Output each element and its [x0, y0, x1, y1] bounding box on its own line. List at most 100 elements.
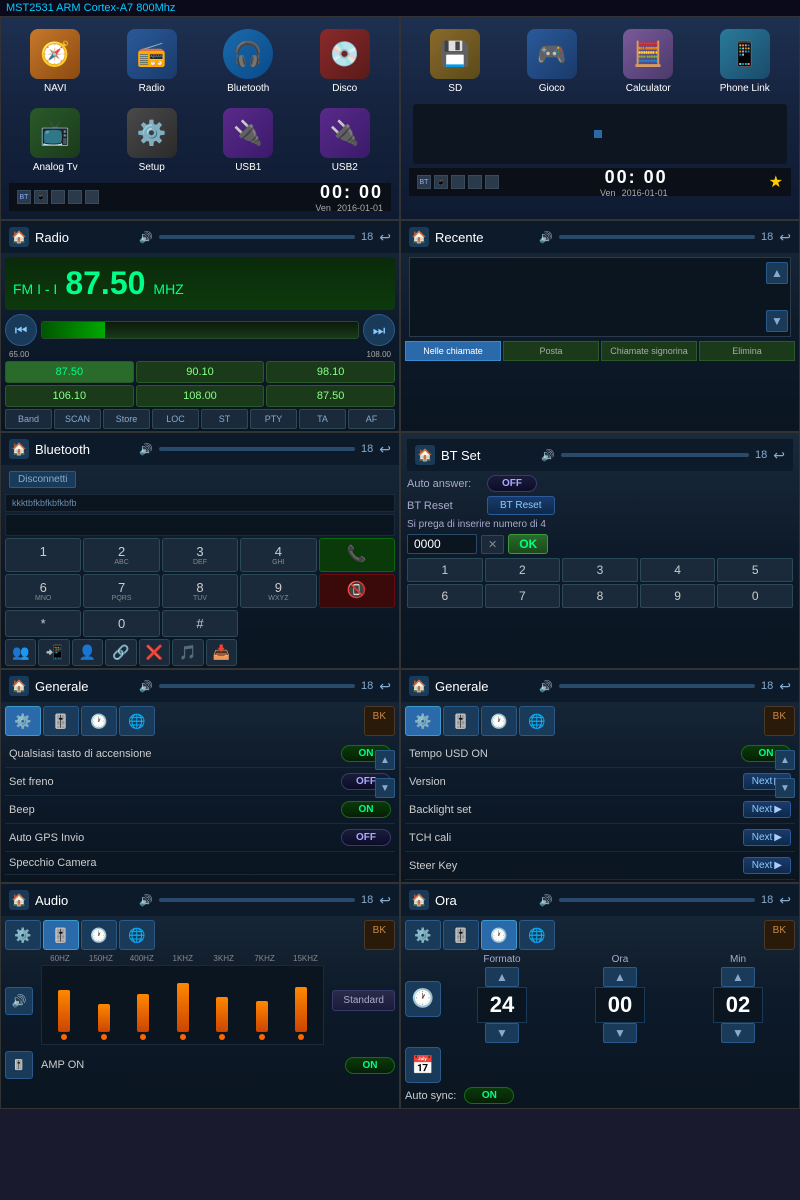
bt-link-btn[interactable]: 🔗 — [105, 639, 136, 666]
radio-ta-btn[interactable]: TA — [299, 409, 346, 429]
radio-store-btn[interactable]: Store — [103, 409, 150, 429]
bt-key-7[interactable]: 7PQRS — [83, 574, 159, 608]
ora-vol-slider[interactable] — [559, 898, 755, 902]
btset-num-3[interactable]: 3 — [562, 558, 638, 582]
gen-vol-slider-right[interactable] — [559, 684, 755, 688]
audio-tab-settings[interactable]: ⚙️ — [5, 920, 41, 950]
bt-key-1[interactable]: 1 — [5, 538, 81, 572]
gen-row-r3-next[interactable]: Next▶ — [743, 829, 791, 846]
ora-back-btn[interactable]: ↩ — [779, 892, 791, 909]
home-btn-bt[interactable]: 🏠 — [9, 439, 29, 459]
gen-row-r4-next[interactable]: Next▶ — [743, 857, 791, 874]
pin-input[interactable] — [407, 534, 477, 554]
audio-tab-eq[interactable]: 🎚️ — [43, 920, 79, 950]
gen-tab-settings-r[interactable]: ⚙️ — [405, 706, 441, 736]
gen-row-r2-next[interactable]: Next▶ — [743, 801, 791, 818]
gen-scroll-down-left[interactable]: ▼ — [375, 778, 395, 798]
gen-row-2-toggle[interactable]: ON — [341, 801, 391, 818]
app-disco[interactable]: 💿 Disco — [299, 25, 392, 98]
app-calculator[interactable]: 🧮 Calculator — [602, 25, 695, 98]
ora-tab-globe[interactable]: 🌐 — [519, 920, 555, 950]
ora-tab-bk[interactable]: BK — [764, 920, 795, 950]
pin-ok-btn[interactable]: OK — [508, 534, 548, 554]
eq-bar-3[interactable] — [164, 970, 200, 1040]
bt-download-btn[interactable]: 📥 — [206, 639, 237, 666]
gen-scroll-down-right[interactable]: ▼ — [775, 778, 795, 798]
gen-tab-globe[interactable]: 🌐 — [119, 706, 155, 736]
bt-reset-btn[interactable]: BT Reset — [487, 496, 555, 515]
app-phonelink[interactable]: 📱 Phone Link — [699, 25, 792, 98]
amp-toggle[interactable]: ON — [345, 1057, 395, 1074]
radio-loc-btn[interactable]: LOC — [152, 409, 199, 429]
radio-next-btn[interactable]: ⏭ — [363, 314, 395, 346]
gen-row-3-toggle[interactable]: OFF — [341, 829, 391, 846]
app-usb2[interactable]: 🔌 USB2 — [299, 104, 392, 177]
bt-key-4[interactable]: 4GHI — [240, 538, 316, 572]
audio-vol-slider[interactable] — [159, 898, 355, 902]
ora-formato-down[interactable]: ▼ — [485, 1023, 519, 1043]
app-setup[interactable]: ⚙️ Setup — [106, 104, 199, 177]
app-gioco[interactable]: 🎮 Gioco — [506, 25, 599, 98]
radio-prev-btn[interactable]: ⏮ — [5, 314, 37, 346]
audio-tab-globe[interactable]: 🌐 — [119, 920, 155, 950]
preset-5[interactable]: 87.50 — [266, 385, 395, 407]
preset-1[interactable]: 90.10 — [136, 361, 265, 383]
app-navi[interactable]: 🧭 NAVI — [9, 25, 102, 98]
btset-num-5[interactable]: 5 — [717, 558, 793, 582]
recente-vol-slider[interactable] — [559, 235, 755, 239]
gen-scroll-up-right[interactable]: ▲ — [775, 750, 795, 770]
gen-tab-equalizer-r[interactable]: 🎚️ — [443, 706, 479, 736]
preset-3[interactable]: 106.10 — [5, 385, 134, 407]
tab-chiamate-signorina[interactable]: Chiamate signorina — [601, 341, 697, 361]
ora-tab-clock[interactable]: 🕐 — [481, 920, 517, 950]
ora-min-up[interactable]: ▲ — [721, 967, 755, 987]
eq-bar-0[interactable] — [46, 970, 82, 1040]
bt-key-6[interactable]: 6MNO — [5, 574, 81, 608]
radio-back-btn[interactable]: ↩ — [379, 229, 391, 246]
preset-2[interactable]: 98.10 — [266, 361, 395, 383]
tab-elimina[interactable]: Elimina — [699, 341, 795, 361]
gen-vol-slider-left[interactable] — [159, 684, 355, 688]
gen-tab-bk-r[interactable]: BK — [764, 706, 795, 736]
bt-music-btn[interactable]: 🎵 — [172, 639, 203, 666]
btset-num-0[interactable]: 0 — [717, 584, 793, 608]
bt-contacts-btn[interactable]: 👥 — [5, 639, 36, 666]
btset-num-9[interactable]: 9 — [640, 584, 716, 608]
bt-vol-slider[interactable] — [159, 447, 355, 451]
btset-num-6[interactable]: 6 — [407, 584, 483, 608]
gen-tab-globe-r[interactable]: 🌐 — [519, 706, 555, 736]
eq-bar-6[interactable] — [283, 970, 319, 1040]
gen-tab-clock[interactable]: 🕐 — [81, 706, 117, 736]
app-usb1[interactable]: 🔌 USB1 — [202, 104, 295, 177]
bt-key-9[interactable]: 9WXYZ — [240, 574, 316, 608]
ora-formato-up[interactable]: ▲ — [485, 967, 519, 987]
btset-vol-slider[interactable] — [561, 453, 749, 457]
bt-person-btn[interactable]: 👤 — [72, 639, 103, 666]
home-btn-ora[interactable]: 🏠 — [409, 890, 429, 910]
gen-tab-settings[interactable]: ⚙️ — [5, 706, 41, 736]
bt-key-hash[interactable]: # — [162, 610, 238, 637]
pin-clear-btn[interactable]: ✕ — [481, 535, 504, 554]
gen-tab-equalizer[interactable]: 🎚️ — [43, 706, 79, 736]
home-btn-radio[interactable]: 🏠 — [9, 227, 29, 247]
gen-tab-clock-r[interactable]: 🕐 — [481, 706, 517, 736]
ora-ora-up[interactable]: ▲ — [603, 967, 637, 987]
eq-bar-2[interactable] — [125, 970, 161, 1040]
eq-bar-1[interactable] — [85, 970, 121, 1040]
btset-num-2[interactable]: 2 — [485, 558, 561, 582]
ora-tab-settings[interactable]: ⚙️ — [405, 920, 441, 950]
eq-bar-4[interactable] — [204, 970, 240, 1040]
gen-scroll-up-left[interactable]: ▲ — [375, 750, 395, 770]
bt-key-8[interactable]: 8TUV — [162, 574, 238, 608]
ora-tab-eq[interactable]: 🎚️ — [443, 920, 479, 950]
preset-0[interactable]: 87.50 — [5, 361, 134, 383]
btset-num-1[interactable]: 1 — [407, 558, 483, 582]
gen-back-btn-left[interactable]: ↩ — [379, 678, 391, 695]
bt-key-2[interactable]: 2ABC — [83, 538, 159, 572]
recente-scroll-up-btn[interactable]: ▲ — [766, 262, 788, 284]
bt-key-3[interactable]: 3DEF — [162, 538, 238, 572]
bt-disconnect-btn[interactable]: Disconnetti — [9, 471, 76, 488]
gen-back-btn-right[interactable]: ↩ — [779, 678, 791, 695]
btset-num-8[interactable]: 8 — [562, 584, 638, 608]
gen-tab-bk[interactable]: BK — [364, 706, 395, 736]
